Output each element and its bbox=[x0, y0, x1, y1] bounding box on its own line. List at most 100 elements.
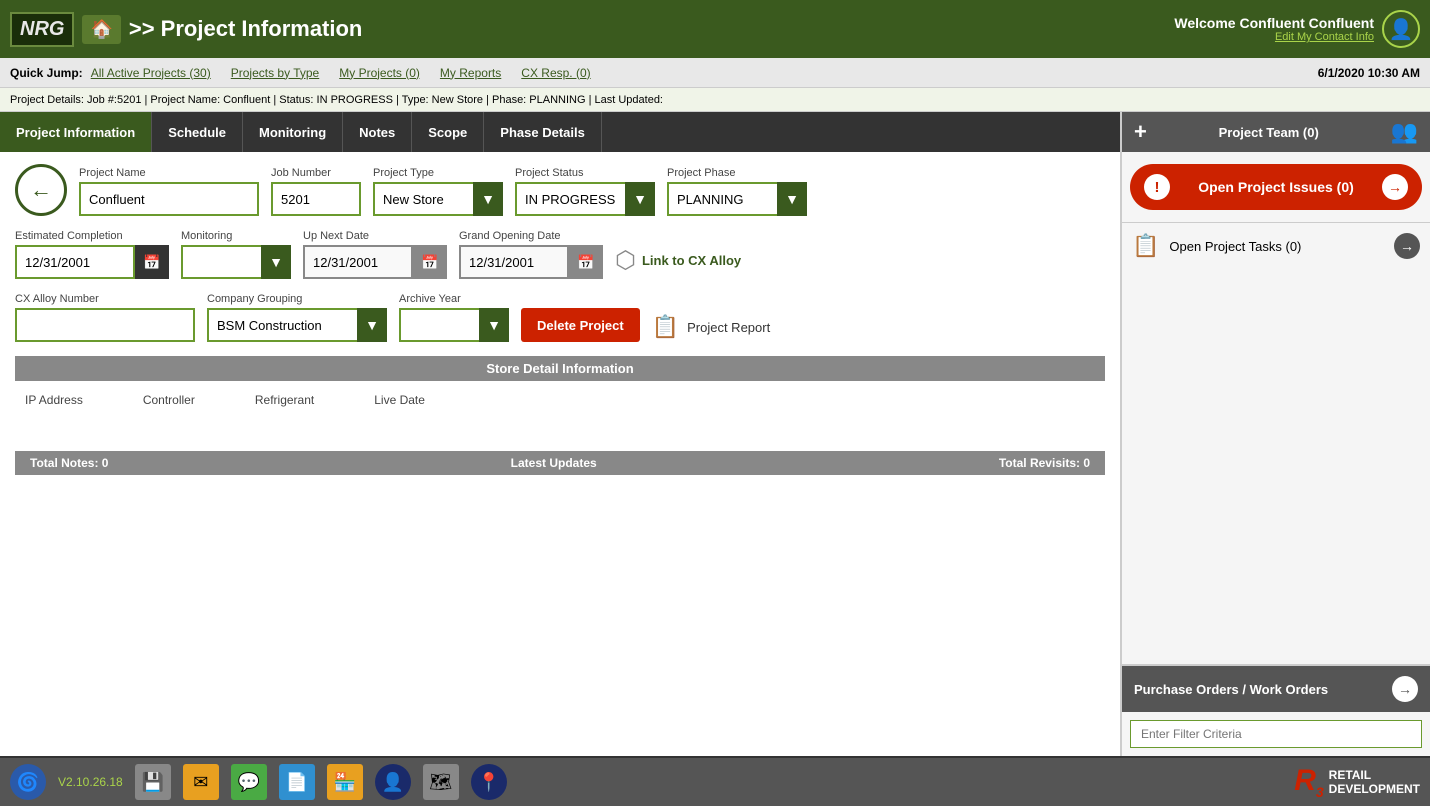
open-issues-button[interactable]: ! Open Project Issues (0) → bbox=[1130, 164, 1422, 210]
brand-r3: R3 bbox=[1294, 764, 1323, 800]
taskbar-map-icon[interactable]: 🗺 bbox=[423, 764, 459, 800]
up-next-date-group: Up Next Date 📅 bbox=[303, 230, 447, 279]
tab-phase-details[interactable]: Phase Details bbox=[484, 112, 602, 152]
cx-alloy-link-label: Link to CX Alloy bbox=[642, 253, 741, 268]
project-phase-select[interactable]: PLANNING bbox=[667, 182, 807, 216]
avatar: 👤 bbox=[1382, 10, 1420, 48]
job-number-label: Job Number bbox=[271, 167, 361, 179]
store-detail-header: Store Detail Information bbox=[15, 356, 1105, 381]
company-grouping-group: Company Grouping BSM Construction ▼ bbox=[207, 293, 387, 342]
project-status-select[interactable]: IN PROGRESS bbox=[515, 182, 655, 216]
header-title: >> Project Information bbox=[129, 16, 363, 42]
company-grouping-select[interactable]: BSM Construction bbox=[207, 308, 387, 342]
cx-alloy-link[interactable]: ⬡ Link to CX Alloy bbox=[615, 246, 741, 279]
nav-link-all-active[interactable]: All Active Projects (30) bbox=[91, 66, 211, 80]
cx-alloy-number-group: CX Alloy Number bbox=[15, 293, 195, 342]
est-completion-label: Estimated Completion bbox=[15, 230, 169, 242]
tab-project-information[interactable]: Project Information bbox=[0, 112, 152, 152]
cx-alloy-number-input[interactable] bbox=[15, 308, 195, 342]
sidebar-content: ! Open Project Issues (0) → 📋 Open Proje… bbox=[1122, 152, 1430, 664]
taskbar-document-icon[interactable]: 📄 bbox=[279, 764, 315, 800]
cx-alloy-number-label: CX Alloy Number bbox=[15, 293, 195, 305]
nav-link-my-projects[interactable]: My Projects (0) bbox=[339, 66, 420, 80]
taskbar-chat-icon[interactable]: 💬 bbox=[231, 764, 267, 800]
nav-link-cx-resp[interactable]: CX Resp. (0) bbox=[521, 66, 590, 80]
tab-scope[interactable]: Scope bbox=[412, 112, 484, 152]
tab-schedule[interactable]: Schedule bbox=[152, 112, 243, 152]
project-team-label: Project Team (0) bbox=[1219, 125, 1319, 140]
po-filter-input[interactable] bbox=[1130, 720, 1422, 748]
open-tasks-arrow-button[interactable]: → bbox=[1394, 233, 1420, 259]
cx-alloy-hex-icon: ⬡ bbox=[615, 246, 636, 275]
project-report-label: Project Report bbox=[687, 320, 770, 335]
sidebar: + Project Team (0) 👥 ! Open Project Issu… bbox=[1120, 112, 1430, 756]
est-completion-calendar-button[interactable]: 📅 bbox=[135, 245, 169, 279]
edit-contact-link[interactable]: Edit My Contact Info bbox=[1174, 31, 1374, 43]
project-name-input[interactable] bbox=[79, 182, 259, 216]
est-completion-input[interactable] bbox=[15, 245, 135, 279]
back-button[interactable]: ← bbox=[15, 164, 67, 216]
up-next-date-label: Up Next Date bbox=[303, 230, 447, 242]
up-next-date-input[interactable] bbox=[303, 245, 413, 279]
grand-opening-date-input[interactable] bbox=[459, 245, 569, 279]
issue-exclamation-icon: ! bbox=[1144, 174, 1170, 200]
grand-opening-date-group: Grand Opening Date 📅 bbox=[459, 230, 603, 279]
welcome-text: Welcome Confluent Confluent bbox=[1174, 15, 1374, 31]
version-label: V2.10.26.18 bbox=[58, 775, 123, 789]
taskbar: 🌀 V2.10.26.18 💾 ✉ 💬 📄 🏪 👤 🗺 📍 R3 RETAIL … bbox=[0, 756, 1430, 806]
datetime: 6/1/2020 10:30 AM bbox=[1318, 66, 1420, 80]
open-issues-label: Open Project Issues (0) bbox=[1198, 179, 1354, 195]
project-name-label: Project Name bbox=[79, 167, 259, 179]
team-icon: 👥 bbox=[1391, 119, 1418, 145]
add-button[interactable]: + bbox=[1134, 119, 1147, 145]
job-number-input[interactable] bbox=[271, 182, 361, 216]
ip-address-label: IP Address bbox=[25, 393, 83, 407]
taskbar-location-icon[interactable]: 📍 bbox=[471, 764, 507, 800]
logo-box: NRG bbox=[10, 12, 74, 47]
welcome-block: Welcome Confluent Confluent Edit My Cont… bbox=[1174, 15, 1374, 43]
taskbar-logo: 🌀 bbox=[10, 764, 46, 800]
taskbar-email-icon[interactable]: ✉ bbox=[183, 764, 219, 800]
latest-updates: Latest Updates bbox=[511, 456, 597, 470]
delete-project-button[interactable]: Delete Project bbox=[521, 308, 640, 342]
total-revisits: Total Revisits: 0 bbox=[999, 456, 1090, 470]
summary-bar: Total Notes: 0 Latest Updates Total Revi… bbox=[15, 451, 1105, 475]
live-date-label: Live Date bbox=[374, 393, 425, 407]
project-type-select[interactable]: New Store bbox=[373, 182, 503, 216]
nav-link-by-type[interactable]: Projects by Type bbox=[231, 66, 320, 80]
nav-bar: Quick Jump: All Active Projects (30) Pro… bbox=[0, 58, 1430, 88]
up-next-date-calendar-button[interactable]: 📅 bbox=[413, 245, 447, 279]
project-report-icon: 📋 bbox=[652, 314, 679, 340]
project-type-group: Project Type New Store ▼ bbox=[373, 167, 503, 216]
taskbar-brand: R3 RETAIL DEVELOPMENT bbox=[1294, 764, 1420, 800]
monitoring-label: Monitoring bbox=[181, 230, 291, 242]
po-header[interactable]: Purchase Orders / Work Orders → bbox=[1122, 666, 1430, 712]
content-area: ← Project Name Job Number Project Type N… bbox=[0, 152, 1120, 756]
po-label: Purchase Orders / Work Orders bbox=[1134, 682, 1328, 697]
project-details-text: Project Details: Job #:5201 | Project Na… bbox=[10, 94, 663, 106]
home-icon[interactable]: 🏠 bbox=[82, 15, 120, 44]
archive-year-label: Archive Year bbox=[399, 293, 509, 305]
po-arrow-icon: → bbox=[1392, 676, 1418, 702]
grand-opening-calendar-button[interactable]: 📅 bbox=[569, 245, 603, 279]
tab-notes[interactable]: Notes bbox=[343, 112, 412, 152]
logo-nrg: NRG bbox=[20, 18, 64, 40]
taskbar-usb-icon[interactable]: 💾 bbox=[135, 764, 171, 800]
taskbar-store-icon[interactable]: 🏪 bbox=[327, 764, 363, 800]
nav-link-my-reports[interactable]: My Reports bbox=[440, 66, 501, 80]
header: NRG 🏠 >> Project Information Welcome Con… bbox=[0, 0, 1430, 58]
company-grouping-label: Company Grouping bbox=[207, 293, 387, 305]
open-tasks-row: 📋 Open Project Tasks (0) → bbox=[1122, 222, 1430, 269]
brand-text: RETAIL DEVELOPMENT bbox=[1329, 768, 1420, 797]
total-notes: Total Notes: 0 bbox=[30, 456, 108, 470]
est-completion-group: Estimated Completion 📅 bbox=[15, 230, 169, 279]
taskbar-user-icon[interactable]: 👤 bbox=[375, 764, 411, 800]
header-right: Welcome Confluent Confluent Edit My Cont… bbox=[1174, 10, 1420, 48]
archive-year-group: Archive Year ▼ bbox=[399, 293, 509, 342]
project-report-btn[interactable]: 📋 Project Report bbox=[652, 314, 771, 342]
tasks-clipboard-icon: 📋 bbox=[1132, 233, 1159, 259]
po-section: Purchase Orders / Work Orders → bbox=[1122, 664, 1430, 756]
tab-monitoring[interactable]: Monitoring bbox=[243, 112, 343, 152]
archive-year-select[interactable] bbox=[399, 308, 509, 342]
monitoring-select[interactable] bbox=[181, 245, 291, 279]
